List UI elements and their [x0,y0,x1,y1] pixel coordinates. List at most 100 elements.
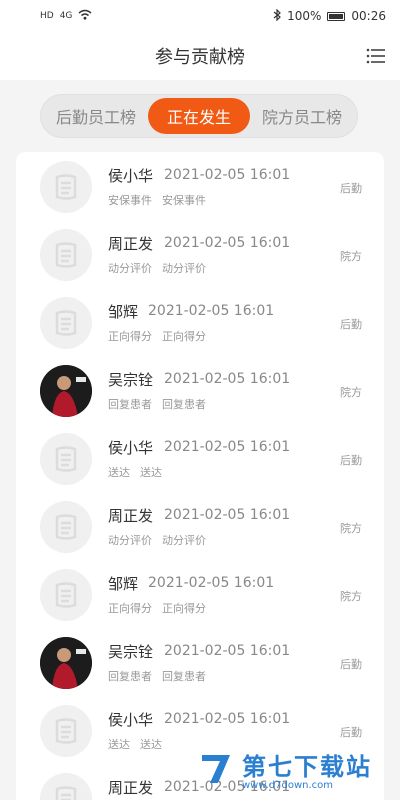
department-badge: 后勤 [340,182,362,195]
default-avatar-icon [40,433,92,485]
avatar [40,637,92,689]
avatar [40,569,92,621]
event-tag: 安保事件 [162,194,206,207]
event-tag: 安保事件 [108,194,152,207]
tab-bar: 后勤员工榜 正在发生 院方员工榜 [40,94,358,138]
department-badge: 院方 [340,386,362,399]
list-item[interactable]: 吴宗铨 2021-02-05 16:01 回复患者 回复患者 后勤 [16,628,384,696]
event-tag: 送达 [108,466,130,479]
avatar [40,229,92,281]
event-tags: 回复患者 回复患者 [108,668,206,684]
event-tag: 动分评价 [108,262,152,275]
event-time: 2021-02-05 16:01 [148,575,275,591]
event-tag: 回复患者 [108,670,152,683]
event-time: 2021-02-05 16:01 [164,507,291,523]
avatar [40,501,92,553]
event-tag: 回复患者 [162,398,206,411]
event-tags: 送达 送达 [108,464,162,480]
user-name: 侯小华 [108,167,154,185]
event-time: 2021-02-05 16:01 [164,167,291,183]
list-item[interactable]: 周正发 2021-02-05 16:01 动分评价 动分评价 院方 [16,220,384,288]
department-badge: 后勤 [340,454,362,467]
tab-happening-now[interactable]: 正在发生 [148,98,250,134]
event-tag: 正向得分 [108,602,152,615]
event-tag: 回复患者 [108,398,152,411]
list-item[interactable]: 侯小华 2021-02-05 16:01 安保事件 安保事件 后勤 [16,152,384,220]
event-tag: 回复患者 [162,670,206,683]
user-name: 邹辉 [108,575,139,593]
avatar [40,365,92,417]
department-badge: 院方 [340,522,362,535]
event-time: 2021-02-05 16:01 [164,235,291,251]
header: 参与贡献榜 [0,32,400,80]
event-tags: 安保事件 安保事件 [108,192,206,208]
avatar [40,297,92,349]
activity-card: 侯小华 2021-02-05 16:01 安保事件 安保事件 后勤 周正发 2021-02-… [16,152,384,800]
bluetooth-icon [273,8,281,24]
page-title: 参与贡献榜 [155,47,245,68]
department-badge: 院方 [340,590,362,603]
event-time: 2021-02-05 16:01 [164,371,291,387]
user-name: 周正发 [108,235,154,253]
event-tag: 送达 [108,738,130,751]
watermark-logo-icon [202,755,230,783]
battery-percent: 100% [287,9,322,23]
event-tag: 正向得分 [162,330,206,343]
event-tags: 正向得分 正向得分 [108,328,206,344]
avatar [40,433,92,485]
battery-icon [327,11,346,21]
clock: 00:26 [351,9,386,23]
user-name: 侯小华 [108,439,154,457]
department-badge: 院方 [340,250,362,263]
department-badge: 后勤 [340,726,362,739]
status-left: HD 4G [40,9,92,23]
event-tags: 动分评价 动分评价 [108,532,206,548]
user-name: 吴宗铨 [108,643,154,661]
default-avatar-icon [40,297,92,349]
tab-hospital-staff[interactable]: 院方员工榜 [250,98,354,134]
list-item[interactable]: 吴宗铨 2021-02-05 16:01 回复患者 回复患者 院方 [16,356,384,424]
event-time: 2021-02-05 16:01 [164,439,291,455]
event-time: 2021-02-05 16:01 [148,303,275,319]
user-photo-icon [40,637,92,689]
list-item[interactable]: 邹辉 2021-02-05 16:01 正向得分 正向得分 院方 [16,560,384,628]
list-item[interactable]: 邹辉 2021-02-05 16:01 正向得分 正向得分 后勤 [16,288,384,356]
event-tags: 动分评价 动分评价 [108,260,206,276]
user-photo-icon [40,365,92,417]
default-avatar-icon [40,569,92,621]
network-indicator: HD [40,11,54,21]
event-tag: 动分评价 [108,534,152,547]
default-avatar-icon [40,501,92,553]
avatar [40,773,92,800]
default-avatar-icon [40,705,92,757]
event-tag: 正向得分 [108,330,152,343]
menu-button[interactable] [366,48,386,64]
event-time: 2021-02-05 16:01 [164,711,291,727]
user-name: 吴宗铨 [108,371,154,389]
event-tag: 动分评价 [162,534,206,547]
user-name: 周正发 [108,507,154,525]
user-name: 周正发 [108,779,154,797]
event-time: 2021-02-05 16:01 [164,643,291,659]
event-tag: 正向得分 [162,602,206,615]
user-name: 侯小华 [108,711,154,729]
department-badge: 后勤 [340,318,362,331]
wifi-icon [78,9,92,23]
default-avatar-icon [40,773,92,800]
list-menu-icon [366,48,385,64]
user-name: 邹辉 [108,303,139,321]
list-item[interactable]: 周正发 2021-02-05 16:01 动分评价 动分评价 院方 [16,492,384,560]
default-avatar-icon [40,229,92,281]
event-tag: 送达 [140,738,162,751]
watermark-url: www.d7down.com [242,780,334,791]
event-tags: 回复患者 回复患者 [108,396,206,412]
status-right: 100% 00:26 [273,8,386,24]
avatar [40,705,92,757]
event-tag: 动分评价 [162,262,206,275]
watermark: 第七下载站 www.d7down.com [196,744,392,794]
event-tags: 正向得分 正向得分 [108,600,206,616]
department-badge: 后勤 [340,658,362,671]
list-item[interactable]: 侯小华 2021-02-05 16:01 送达 送达 后勤 [16,424,384,492]
tab-logistics-staff[interactable]: 后勤员工榜 [44,98,148,134]
event-tags: 送达 送达 [108,736,162,752]
